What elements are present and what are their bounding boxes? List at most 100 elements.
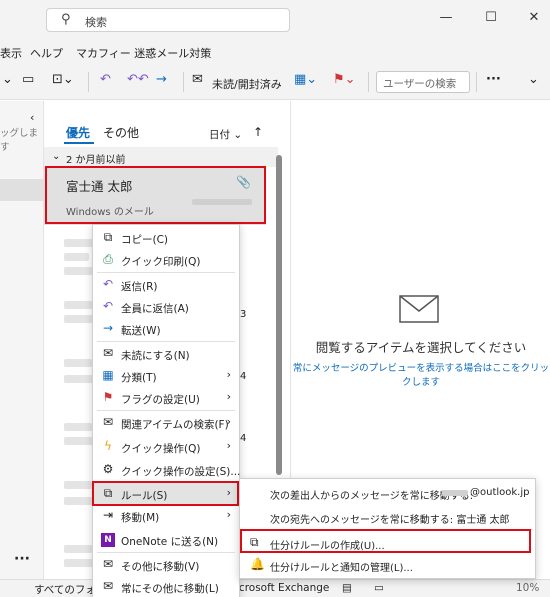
reading-pane-title: 閲覧するアイテムを選択してください bbox=[315, 340, 527, 355]
menu-mcafee[interactable]: マカフィー 迷惑メール対策 bbox=[76, 45, 211, 61]
sort-direction-icon[interactable]: ↑ bbox=[253, 125, 263, 139]
ribbon-chevron-down-icon[interactable]: ⌄ bbox=[528, 72, 539, 87]
menu-item-mark-unread[interactable]: ✉ 未読にする(N) bbox=[93, 343, 239, 365]
message-list-scrollbar[interactable] bbox=[276, 155, 282, 475]
menu-separator bbox=[97, 552, 235, 553]
blurred-row bbox=[64, 375, 94, 383]
rules-alerts-icon: 🔔 bbox=[250, 557, 265, 571]
group-header[interactable]: ⌄ 2 か月前以前 bbox=[44, 147, 278, 167]
chevron-down-icon[interactable]: ⌄ bbox=[2, 72, 13, 87]
menu-separator bbox=[97, 410, 235, 411]
ribbon-separator bbox=[368, 72, 369, 92]
menu-item-label: クイック印刷(Q) bbox=[121, 256, 201, 268]
menu-item-label: クイック操作(Q) bbox=[121, 443, 201, 455]
read-unread-button[interactable]: 未読/開封済み bbox=[212, 76, 282, 92]
menu-view[interactable]: 表示 bbox=[0, 45, 22, 61]
menu-item-label: 関連アイテムの検索(F) bbox=[121, 419, 229, 431]
move-icon: ⇥ bbox=[102, 508, 114, 522]
menu-item-label: 移動(M) bbox=[121, 512, 160, 524]
menu-item-label: 返信(R) bbox=[121, 281, 158, 293]
submenu-item-suffix: @outlook.jp bbox=[470, 487, 530, 498]
menu-item-label: OneNote に送る(N) bbox=[121, 536, 219, 548]
ribbon-separator bbox=[476, 72, 477, 92]
search-placeholder: 検索 bbox=[85, 16, 107, 29]
menu-item-label: 転送(W) bbox=[121, 325, 161, 337]
menu-item-find-related[interactable]: ✉ 関連アイテムの検索(F) › bbox=[93, 412, 239, 434]
submenu-arrow-icon: › bbox=[226, 439, 231, 452]
move-to-folder-icon[interactable]: ⊡⌄ bbox=[52, 72, 74, 87]
move-other-icon: ✉ bbox=[102, 557, 114, 571]
menu-item-quick-steps[interactable]: ϟ クイック操作(Q) › bbox=[93, 436, 239, 458]
maximize-icon[interactable]: ☐ bbox=[481, 10, 501, 25]
normal-view-icon[interactable]: ▤ bbox=[342, 582, 352, 594]
submenu-item-move-to-recipient[interactable]: 次の宛先へのメッセージを常に移動する: 富士通 太郎 bbox=[240, 506, 535, 528]
submenu-arrow-icon: › bbox=[226, 390, 231, 403]
folder-pane: ‹ ッグします ··· bbox=[0, 101, 44, 581]
menu-item-categorize[interactable]: ▦ 分類(T) › bbox=[93, 365, 239, 387]
more-options-button[interactable]: ··· bbox=[486, 72, 501, 87]
selected-message-highlight bbox=[45, 166, 266, 224]
folder-pane-text: ッグします bbox=[0, 128, 39, 153]
minimize-icon[interactable]: — bbox=[436, 10, 456, 25]
menu-item-label: 分類(T) bbox=[121, 372, 157, 384]
reply-icon[interactable]: ↶ bbox=[100, 72, 111, 87]
archive-icon[interactable]: ▭ bbox=[22, 72, 34, 87]
menu-item-move-to-other[interactable]: ✉ その他に移動(V) bbox=[93, 554, 239, 576]
user-search-input[interactable]: ユーザーの検索 bbox=[376, 71, 470, 93]
unread-icon: ✉ bbox=[102, 346, 114, 360]
user-search-placeholder: ユーザーの検索 bbox=[383, 78, 457, 90]
menu-item-reply[interactable]: ↶ 返信(R) bbox=[93, 274, 239, 296]
menu-item-quick-steps-settings[interactable]: ⚙ クイック操作の設定(S)... bbox=[93, 459, 241, 481]
submenu-item-label: 仕分けルールと通知の管理(L)... bbox=[270, 563, 413, 574]
blurred-row bbox=[64, 559, 94, 567]
search-box[interactable]: ⚲ 検索 bbox=[46, 8, 290, 32]
submenu-arrow-icon: › bbox=[226, 368, 231, 381]
preview-link[interactable]: 常にメッセージのプレビューを表示する場合はここをクリックします bbox=[291, 360, 550, 388]
envelope-open-icon[interactable]: ✉ bbox=[192, 72, 203, 87]
tab-focused[interactable]: 優先 bbox=[66, 124, 90, 141]
blurred-row bbox=[64, 315, 94, 323]
blurred-row bbox=[64, 253, 89, 261]
selected-folder[interactable] bbox=[0, 179, 44, 201]
menu-item-label: その他に移動(V) bbox=[121, 561, 200, 573]
blurred-row bbox=[64, 301, 94, 309]
menu-item-copy[interactable]: ⧉ コピー(C) bbox=[93, 227, 239, 249]
menu-bar: 表示 ヘルプ マカフィー 迷惑メール対策 bbox=[0, 40, 550, 64]
menu-item-reply-all[interactable]: ↶ 全員に返信(A) bbox=[93, 296, 239, 318]
ribbon-separator bbox=[88, 72, 89, 92]
tab-focused-underline bbox=[64, 142, 94, 144]
blurred-row bbox=[64, 423, 92, 431]
group-collapse-icon: ⌄ bbox=[52, 151, 61, 162]
menu-item-forward[interactable]: → 転送(W) bbox=[93, 318, 239, 340]
menu-item-onenote[interactable]: N OneNote に送る(N) bbox=[93, 529, 239, 551]
reading-view-icon[interactable]: ▭ bbox=[374, 582, 384, 594]
submenu-item-manage-rules[interactable]: 🔔 仕分けルールと通知の管理(L)... bbox=[240, 554, 535, 576]
submenu-item-move-from-sender[interactable]: 次の差出人からのメッセージを常に移動する: @outlook.jp bbox=[240, 482, 535, 504]
menu-item-quick-print[interactable]: ⎙ クイック印刷(Q) bbox=[93, 249, 239, 271]
submenu-item-label: 次の宛先へのメッセージを常に移動する: 富士通 太郎 bbox=[270, 515, 510, 526]
sort-by-date[interactable]: 日付 ⌄ bbox=[209, 127, 242, 142]
sort-label: 日付 bbox=[209, 129, 230, 141]
forward-icon[interactable]: → bbox=[156, 72, 167, 87]
categorize-icon[interactable]: ▦⌄ bbox=[294, 72, 317, 87]
blurred-address bbox=[442, 490, 468, 496]
group-header-label: 2 か月前以前 bbox=[66, 155, 126, 166]
tab-other[interactable]: その他 bbox=[103, 124, 139, 141]
blurred-row bbox=[64, 267, 94, 275]
reply-all-icon[interactable]: ↶↶ bbox=[127, 72, 149, 87]
close-icon[interactable]: ✕ bbox=[524, 10, 544, 25]
row-number: 4 bbox=[240, 371, 247, 382]
onenote-icon: N bbox=[101, 533, 115, 547]
menu-item-always-move-to-other[interactable]: ✉ 常にその他に移動(L) bbox=[93, 576, 239, 597]
menu-item-move[interactable]: ⇥ 移動(M) › bbox=[93, 505, 239, 527]
menu-item-flag[interactable]: ⚑ フラグの設定(U) › bbox=[93, 387, 239, 409]
flag-icon[interactable]: ⚑⌄ bbox=[333, 72, 356, 87]
menu-item-label: 全員に返信(A) bbox=[121, 303, 189, 315]
menu-item-label: 未読にする(N) bbox=[121, 350, 190, 362]
blurred-row bbox=[64, 359, 92, 367]
menu-help[interactable]: ヘルプ bbox=[30, 45, 63, 61]
collapse-chevron-icon[interactable]: ‹ bbox=[30, 111, 34, 124]
submenu-arrow-icon: › bbox=[226, 508, 231, 521]
more-apps-icon[interactable]: ··· bbox=[14, 551, 30, 567]
status-connection: icrosoft Exchange bbox=[236, 582, 330, 594]
